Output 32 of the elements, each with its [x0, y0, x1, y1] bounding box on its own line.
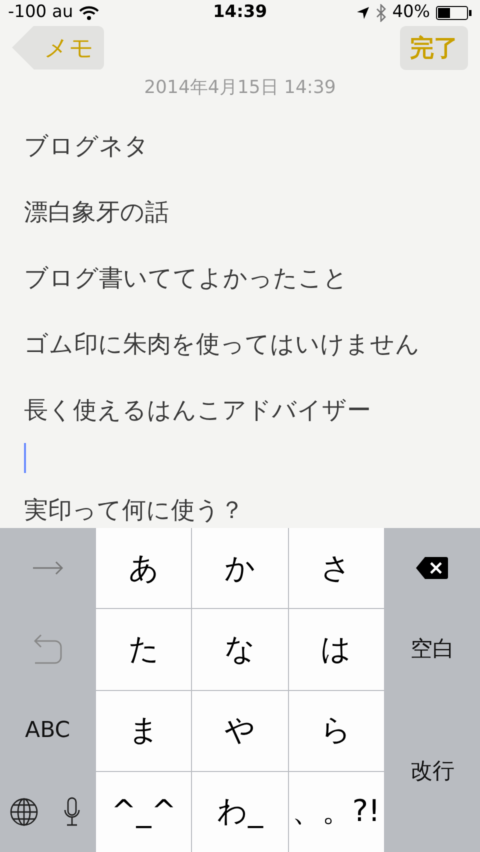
- kana-key[interactable]: 、。?!: [288, 772, 384, 852]
- wifi-icon: [79, 6, 100, 20]
- note-line: ゴム印に朱肉を使ってはいけません: [24, 328, 420, 360]
- battery-icon: [436, 6, 472, 20]
- globe-icon: [8, 796, 39, 827]
- next-arrow-icon: [32, 561, 64, 576]
- kana-key[interactable]: は: [288, 609, 384, 690]
- note-line: 漂白象牙の話: [24, 196, 169, 228]
- kana-key[interactable]: か: [192, 528, 288, 608]
- kana-key[interactable]: ら: [288, 690, 384, 771]
- note-line: ブログネタ: [24, 130, 149, 162]
- kana-key[interactable]: ま: [96, 690, 192, 771]
- microphone-icon: [62, 796, 81, 827]
- bluetooth-icon: [376, 4, 386, 22]
- undo-arrow-icon: [32, 633, 63, 666]
- kana-key[interactable]: わ_: [192, 772, 288, 852]
- delete-icon: [415, 556, 450, 580]
- battery-percent-text: 40%: [392, 1, 430, 24]
- kana-key[interactable]: さ: [288, 528, 384, 608]
- carrier-text: -100 au: [8, 1, 74, 24]
- note-date: 2014年4月15日 14:39: [143, 76, 337, 100]
- note-line: ブログ書いててよかったこと: [24, 262, 348, 294]
- kana-key[interactable]: た: [96, 609, 192, 690]
- note-line: 長く使えるはんこアドバイザー: [24, 394, 371, 426]
- clock-text: 14:39: [212, 1, 268, 24]
- kana-key[interactable]: な: [192, 609, 288, 690]
- note-line: 実印って何に使う？: [24, 494, 244, 526]
- kana-key[interactable]: ^_^: [96, 772, 192, 852]
- kana-key[interactable]: あ: [96, 528, 192, 608]
- location-arrow-icon: [356, 6, 370, 20]
- text-cursor: [24, 442, 26, 472]
- kana-key[interactable]: や: [192, 690, 288, 771]
